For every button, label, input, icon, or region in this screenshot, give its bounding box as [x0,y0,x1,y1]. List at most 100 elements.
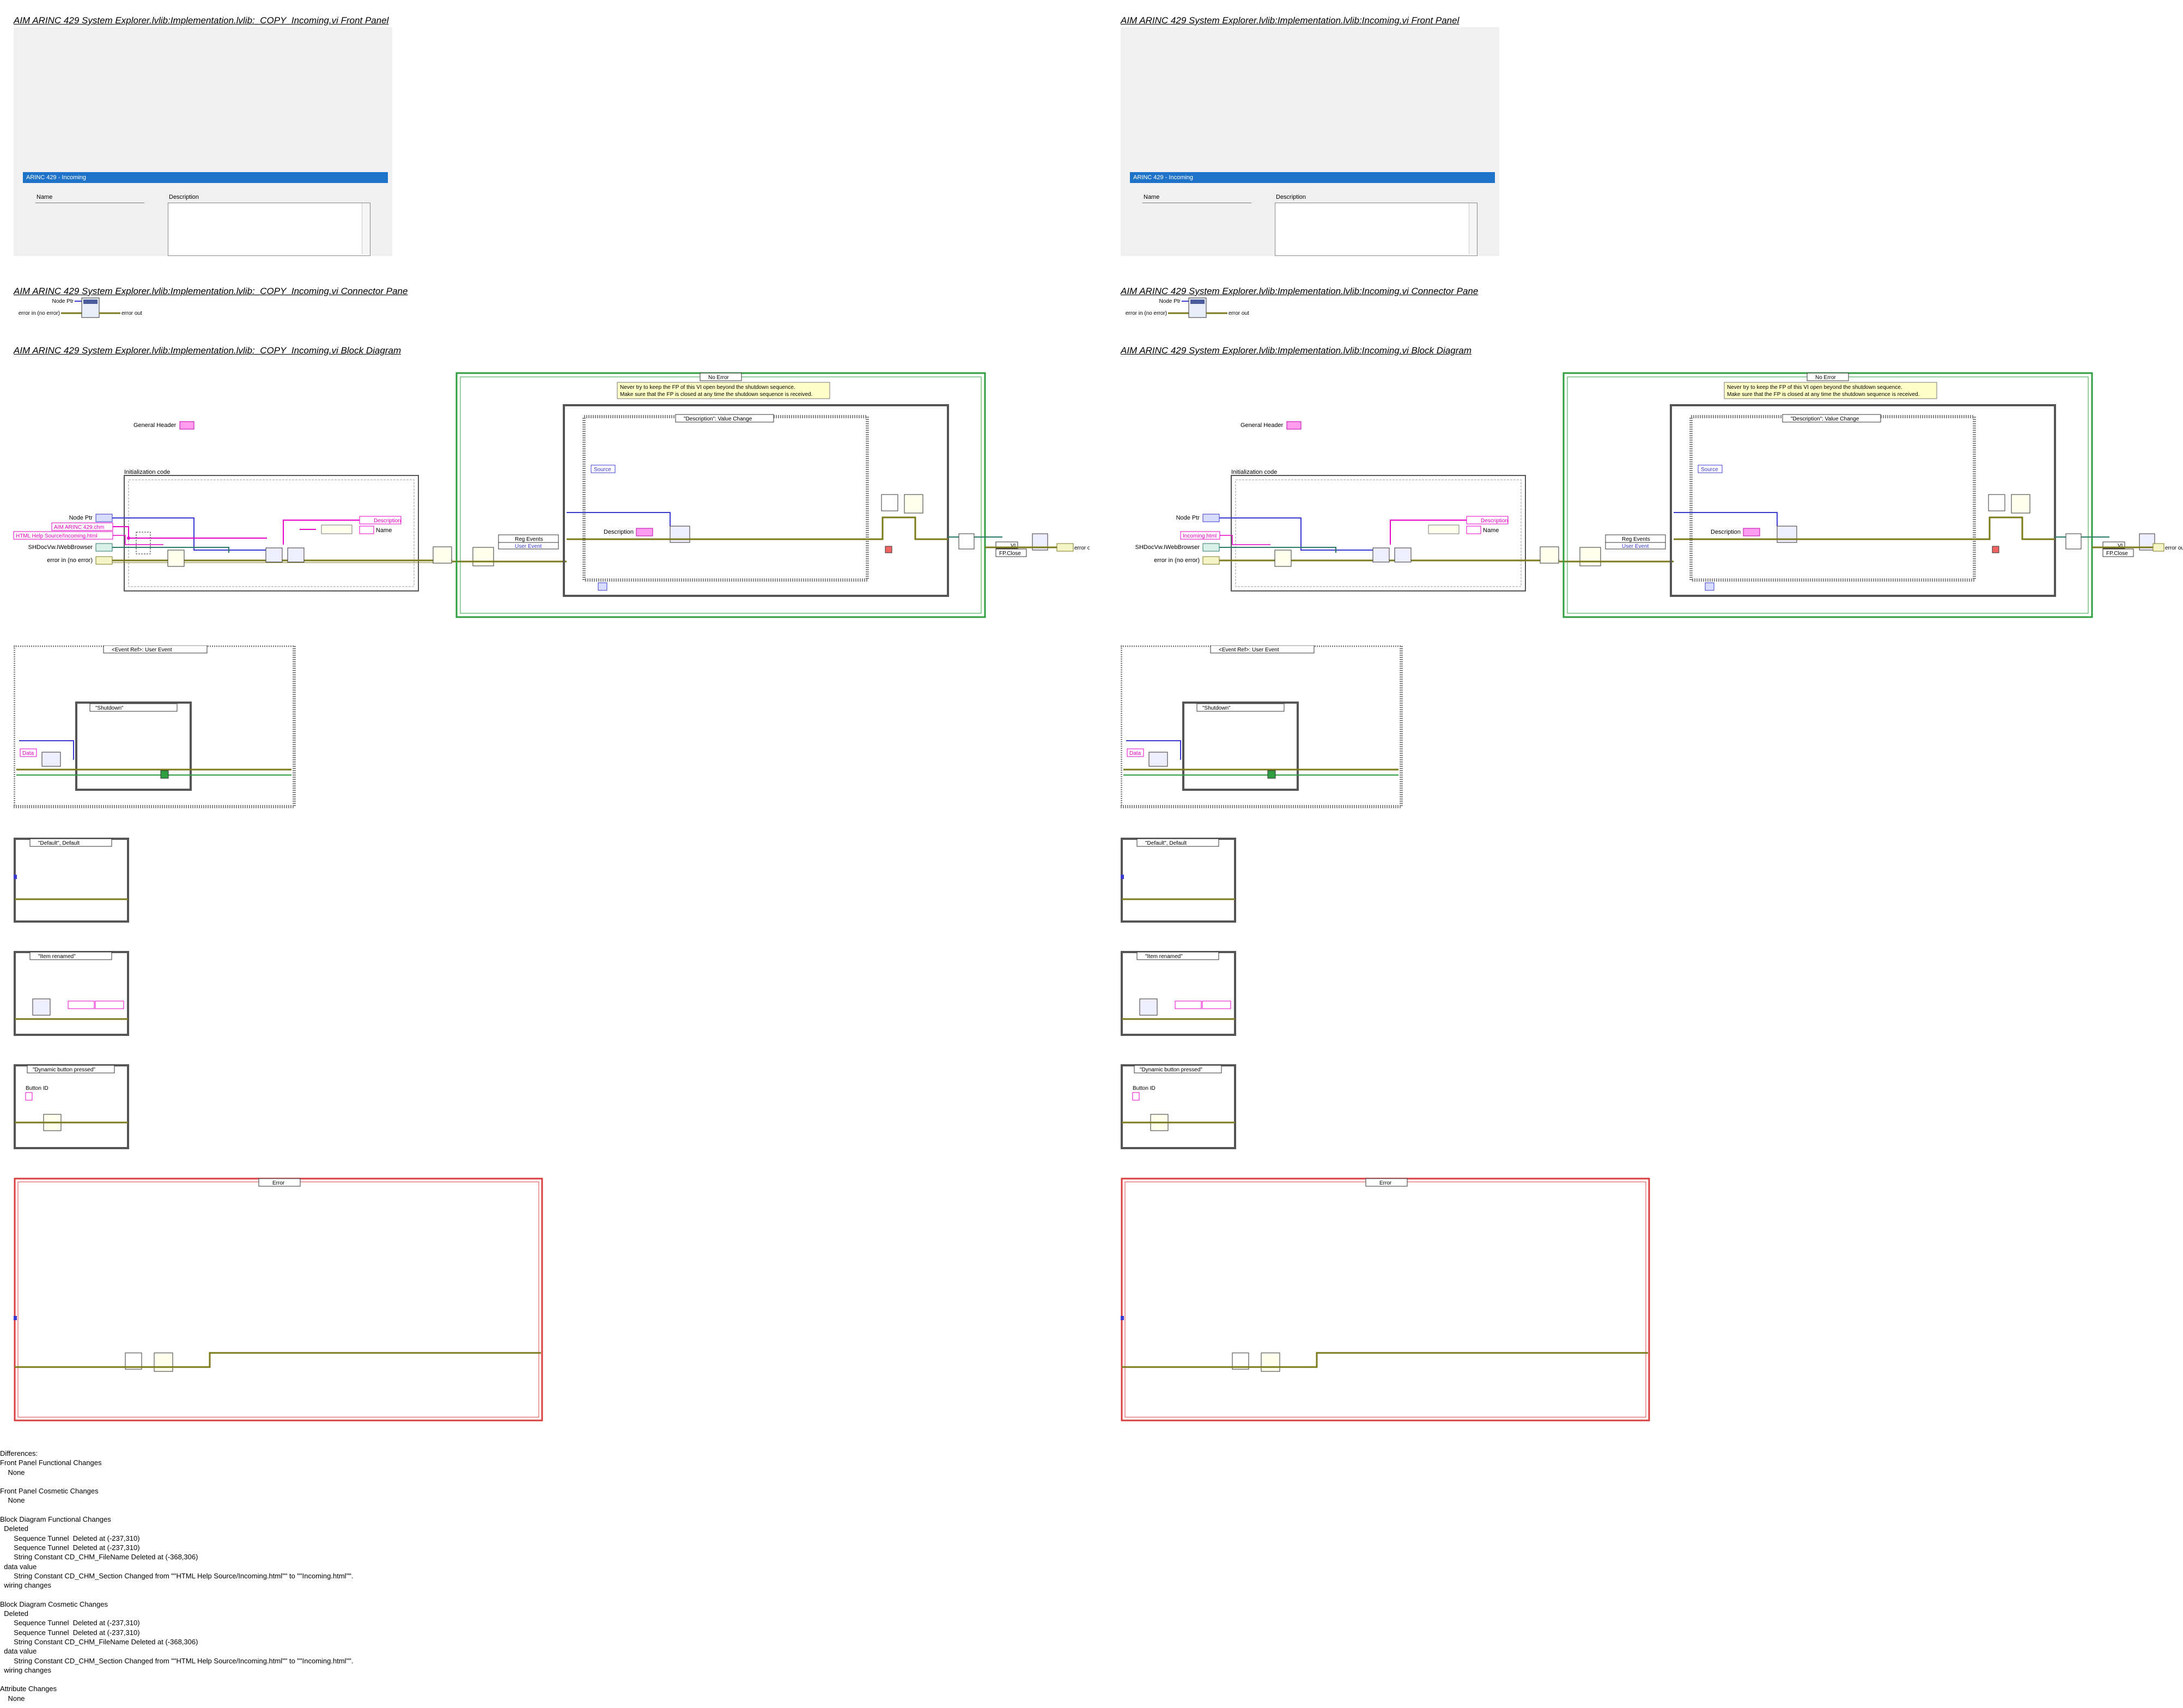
user-event-selector-label: <Event Ref>: User Event [112,647,172,653]
inner-event-frame [582,415,869,582]
difference-line: wiring changes [0,1581,51,1590]
difference-line: Differences: [0,1449,38,1457]
difference-line: Block Diagram Cosmetic Changes [0,1600,108,1608]
difference-line [0,1477,654,1486]
note-line-2: Make sure that the FP is closed at any t… [620,392,812,398]
left-name-label: Name [37,194,53,200]
left-main-diagram: General Header Initialization code Node … [0,365,1095,626]
difference-line: Sequence Tunnel Deleted at (-237,310) [0,1628,140,1637]
value-change-label: "Description": Value Change [684,416,752,422]
init-subvi-2 [265,547,283,563]
left-fp-title-bar: ARINC 429 - Incoming [23,172,388,183]
r-note-line-1: Never try to keep the FP of this VI open… [1727,385,1902,391]
r-default-label: "Default", Default [1145,840,1187,846]
r-source-label: Source [1701,467,1718,473]
difference-line: Sequence Tunnel Deleted at (-237,310) [0,1619,140,1627]
r-user-event-selector-label: <Event Ref>: User Event [1219,647,1279,653]
error-in-terminal [95,556,113,565]
right-default-case: "Default", Default [1121,838,1238,925]
description-local-text: Description [374,518,401,524]
difference-line: wiring changes [0,1666,51,1674]
right-browser-label: SHDocVw.IWebBrowser [1135,544,1200,551]
difference-line: Front Panel Cosmetic Changes [0,1487,99,1496]
r-chm-section-constant-text: Incoming.html [1183,533,1217,539]
difference-line: None [0,1496,25,1505]
right-description-scrollbar[interactable] [1469,203,1477,254]
destroy-event-subvi [881,494,898,511]
left-front-panel-title: AIM ARINC 429 System Explorer.lvlib:Impl… [14,15,389,26]
right-fp-title-bar: ARINC 429 - Incoming [1130,172,1495,183]
right-description-field[interactable] [1275,203,1477,256]
difference-line: Block Diagram Functional Changes [0,1515,111,1524]
error-out-terminal [1056,543,1074,552]
right-connector-pane: Node Ptr error in (no error) error out [1121,297,1284,321]
r-inner-description-label: Description [1711,529,1741,535]
r-init-code-sequence-frame [1231,475,1526,591]
general-header-constant [179,421,194,430]
chm-file-constant-text: AIM ARINC 429.chm [54,524,104,530]
difference-line: None [0,1468,25,1477]
left-connector-pane: Node Ptr error in (no error) error out [14,297,177,321]
r-data-label: Data [1129,751,1141,757]
difference-line: String Constant CD_CHM_FileName Deleted … [0,1553,198,1561]
general-header-label: General Header [133,422,177,429]
difference-line: None [0,1694,25,1703]
difference-line: Deleted [0,1609,29,1618]
left-description-field[interactable] [168,203,370,256]
error-case-label: Error [272,1180,285,1186]
item-renamed-label: "Item renamed" [38,954,76,960]
differences-report: Differences: Front Panel Functional Chang… [0,1449,654,1703]
button-id-label: Button ID [26,1085,48,1091]
difference-line [0,1505,654,1515]
create-user-event [433,546,452,564]
dynamic-button-label: "Dynamic button pressed" [33,1067,95,1073]
left-error-case: Error [14,1178,545,1423]
r-description-local-text: Description [1481,518,1508,524]
difference-line: String Constant CD_CHM_FileName Deleted … [0,1637,198,1646]
r-error-case-label: Error [1379,1180,1392,1186]
r-fp-close-label: FP.Close [2106,551,2128,557]
name-label: Name [376,527,392,534]
left-error-out-label: error out [1074,545,1090,551]
difference-line: Front Panel Functional Changes [0,1459,102,1467]
left-block-diagram-title: AIM ARINC 429 System Explorer.lvlib:Impl… [14,345,402,356]
difference-line: Deleted [0,1524,29,1533]
iteration-terminal [598,582,607,591]
right-name-label: Name [1144,194,1160,200]
r-cp-error-out-label: error out [1229,310,1249,316]
left-description-scrollbar[interactable] [362,203,370,254]
r-note-line-2: Make sure that the FP is closed at any t… [1727,392,1919,398]
default-label: "Default", Default [38,840,80,846]
merge-node [958,533,975,550]
left-dynamic-button-case: "Dynamic button pressed" Button ID [14,1064,131,1151]
init-subvi-1 [167,550,185,567]
r-user-event-label: User Event [1622,544,1649,550]
difference-line: String Constant CD_CHM_Section Changed f… [0,1571,354,1580]
difference-line: data value [0,1647,37,1656]
left-browser-label: SHDocVw.IWebBrowser [28,544,93,551]
right-main-diagram: General Header Initialization code Node … [1107,365,2183,626]
r-init-code-label: Initialization code [1231,469,1277,475]
node-ptr-terminal [95,514,113,522]
difference-line: Attribute Changes [0,1685,57,1693]
r-general-header-label: General Header [1241,422,1284,429]
right-item-renamed-case: "Item renamed" [1121,951,1238,1038]
left-node-ptr-label: Node Ptr [69,515,93,521]
note-line-1: Never try to keep the FP of this VI open… [620,385,795,391]
cp-error-in-label: error in (no error) [19,310,60,316]
cp-node-ptr-label: Node Ptr [52,298,74,304]
right-front-panel: ARINC 429 - Incoming Name Description [1121,27,1499,256]
difference-line: Sequence Tunnel Deleted at (-237,310) [0,1543,140,1552]
name-property-node [321,524,352,534]
r-button-id-label: Button ID [1133,1085,1156,1091]
init-code-label: Initialization code [124,469,170,475]
r-error-out-label: error out [2165,545,2183,551]
browser-terminal [95,543,113,552]
r-item-renamed-label: "Item renamed" [1145,954,1183,960]
cp-error-out-label: error out [121,310,142,316]
right-block-diagram-title: AIM ARINC 429 System Explorer.lvlib:Impl… [1121,345,1472,356]
chm-section-constant-text: HTML Help Source/Incoming.html [16,533,98,539]
right-error-in-label: error in (no error) [1154,557,1200,564]
r-no-error-case-label: No Error [1815,375,1836,381]
left-front-panel: ARINC 429 - Incoming Name Description [14,27,392,256]
